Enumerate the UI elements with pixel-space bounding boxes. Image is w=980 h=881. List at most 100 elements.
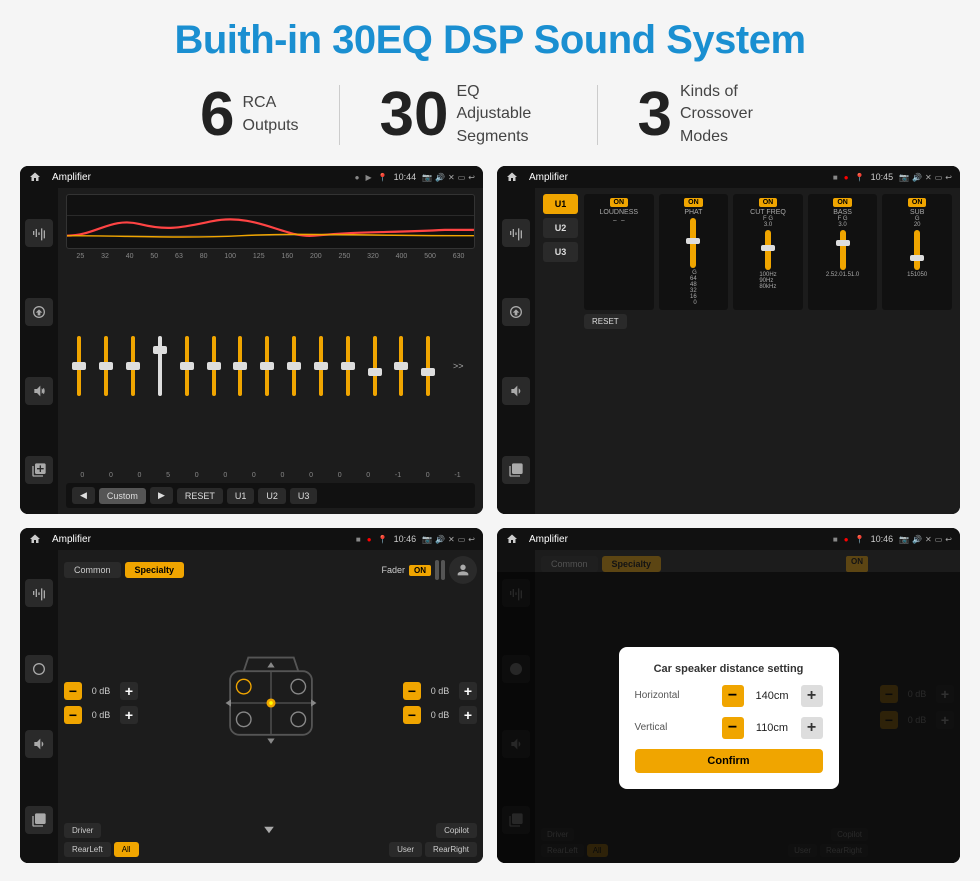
fader-right-vols: − 0 dB + − 0 dB + [403, 588, 477, 818]
xover-phat-slider[interactable] [690, 218, 696, 268]
main-title: Buith-in 30EQ DSP Sound System [174, 18, 805, 63]
xover-cutfreq-on[interactable]: ON [759, 198, 778, 207]
fader-btn-user[interactable]: User [389, 842, 422, 857]
fader-home-icon[interactable] [28, 532, 42, 546]
fader-btn-rearleft[interactable]: RearLeft [64, 842, 111, 857]
eq-expand[interactable]: >> [453, 361, 464, 371]
dialog-vertical-plus[interactable]: + [801, 717, 823, 739]
fader-btn-driver[interactable]: Driver [64, 823, 101, 838]
eq-next-btn[interactable]: ▶ [150, 487, 173, 504]
fader-speaker-layout: − 0 dB + − 0 dB + [64, 588, 477, 818]
xover-bass-on[interactable]: ON [833, 198, 852, 207]
fader-rf-minus[interactable]: − [403, 682, 421, 700]
fader-left-front-vol: − 0 dB + [64, 682, 138, 700]
xover-status-bar: Amplifier ■ ● 📍 10:45 📷 🔊 ✕ ▭ ↩ [497, 166, 960, 188]
eq-slider-2[interactable] [104, 331, 108, 401]
xover-content: U1 U2 U3 ON LOUDNESS ~ [497, 188, 960, 514]
eq-home-icon[interactable] [28, 170, 42, 184]
fader-lr-plus[interactable]: + [120, 706, 138, 724]
eq-side-btn-1[interactable] [25, 219, 53, 247]
xover-u3-btn[interactable]: U3 [543, 242, 578, 262]
eq-freq-labels: 25 32 40 50 63 80 100 125 160 200 250 32… [66, 253, 475, 260]
eq-slider-7[interactable] [238, 331, 242, 401]
xover-side-btn-2[interactable] [502, 298, 530, 326]
eq-slider-1[interactable] [77, 331, 81, 401]
xover-side-btn-4[interactable] [502, 456, 530, 484]
fader-side-btn-3[interactable] [25, 730, 53, 758]
fader-tab-common[interactable]: Common [64, 562, 121, 578]
xover-sub-on[interactable]: ON [908, 198, 927, 207]
xover-phat-on[interactable]: ON [684, 198, 703, 207]
eq-slider-5[interactable] [185, 331, 189, 401]
eq-u3-btn[interactable]: U3 [290, 488, 318, 504]
eq-slider-9[interactable] [292, 331, 296, 401]
xover-loudness-on[interactable]: ON [610, 198, 629, 207]
eq-slider-13[interactable] [399, 331, 403, 401]
fader-tab-specialty[interactable]: Specialty [125, 562, 185, 578]
fader-rr-minus[interactable]: − [403, 706, 421, 724]
fader-rf-plus[interactable]: + [459, 682, 477, 700]
dialog-horizontal-label: Horizontal [635, 690, 700, 701]
fader-btn-copilot[interactable]: Copilot [436, 823, 477, 838]
fader-btn-rearright[interactable]: RearRight [425, 842, 477, 857]
fader-rr-plus[interactable]: + [459, 706, 477, 724]
fader-bottom-row-2: RearLeft All User RearRight [64, 842, 477, 857]
dialog-home-icon[interactable] [505, 532, 519, 546]
eq-side-btn-3[interactable] [25, 377, 53, 405]
feature-crossover-number: 3 [638, 84, 672, 146]
eq-status-icons: 📷 🔊 ✕ ▭ ↩ [422, 173, 475, 182]
xover-u1-btn[interactable]: U1 [543, 194, 578, 214]
eq-side-btn-2[interactable] [25, 298, 53, 326]
eq-preset-custom[interactable]: Custom [99, 488, 146, 504]
xover-cutfreq-slider[interactable] [765, 230, 771, 270]
eq-slider-3[interactable] [131, 331, 135, 401]
eq-slider-6[interactable] [212, 331, 216, 401]
fader-lf-minus[interactable]: − [64, 682, 82, 700]
eq-u2-btn[interactable]: U2 [258, 488, 286, 504]
page-wrapper: Buith-in 30EQ DSP Sound System 6 RCAOutp… [0, 0, 980, 881]
xover-main-panel: U1 U2 U3 ON LOUDNESS ~ [535, 188, 960, 514]
eq-reset-btn[interactable]: RESET [177, 488, 223, 504]
xover-cutfreq: ON CUT FREQ F G 3.0 100Hz90Hz80kHz [733, 194, 803, 310]
xover-bass-slider[interactable] [840, 230, 846, 270]
eq-slider-8[interactable] [265, 331, 269, 401]
eq-prev-btn[interactable]: ◀ [72, 487, 95, 504]
fader-rf-value: 0 dB [425, 686, 455, 696]
dialog-horizontal-controls: − 140cm + [722, 685, 823, 707]
feature-crossover: 3 Kinds ofCrossover Modes [598, 81, 820, 148]
xover-side-btn-3[interactable] [502, 377, 530, 405]
dialog-vertical-minus[interactable]: − [722, 717, 744, 739]
dialog-horizontal-minus[interactable]: − [722, 685, 744, 707]
fader-side-btn-4[interactable] [25, 806, 53, 834]
xover-time: 10:45 [871, 172, 894, 182]
fader-side-btn-1[interactable] [25, 579, 53, 607]
eq-slider-14[interactable] [426, 331, 430, 401]
confirm-button[interactable]: Confirm [635, 749, 823, 773]
eq-slider-12[interactable] [373, 331, 377, 401]
eq-side-btn-4[interactable] [25, 456, 53, 484]
fader-on-badge[interactable]: ON [409, 565, 431, 576]
xover-home-icon[interactable] [505, 170, 519, 184]
fader-btn-all[interactable]: All [114, 842, 139, 857]
xover-reset-btn[interactable]: RESET [584, 314, 627, 329]
eq-slider-11[interactable] [346, 331, 350, 401]
fader-side-btn-2[interactable] [25, 655, 53, 683]
fader-content: Common Specialty Fader ON [20, 550, 483, 863]
screen-fader: Amplifier ■ ● 📍 10:46 📷 🔊 ✕ ▭ ↩ [20, 528, 483, 863]
dialog-vertical-value: 110cm [750, 722, 795, 734]
car-diagram [142, 588, 399, 818]
xover-status-icons: 📷 🔊 ✕ ▭ ↩ [899, 173, 952, 182]
dialog-time: 10:46 [871, 534, 894, 544]
xover-sub-slider[interactable] [914, 230, 920, 270]
fader-lf-plus[interactable]: + [120, 682, 138, 700]
xover-u2-btn[interactable]: U2 [543, 218, 578, 238]
dialog-horizontal-plus[interactable]: + [801, 685, 823, 707]
eq-slider-4[interactable] [158, 331, 162, 401]
fader-user-icon[interactable] [449, 556, 477, 584]
xover-side-btn-1[interactable] [502, 219, 530, 247]
xover-sub-label: SUB [910, 209, 924, 216]
fader-lr-minus[interactable]: − [64, 706, 82, 724]
eq-slider-10[interactable] [319, 331, 323, 401]
feature-rca-text: RCAOutputs [243, 92, 299, 137]
eq-u1-btn[interactable]: U1 [227, 488, 255, 504]
